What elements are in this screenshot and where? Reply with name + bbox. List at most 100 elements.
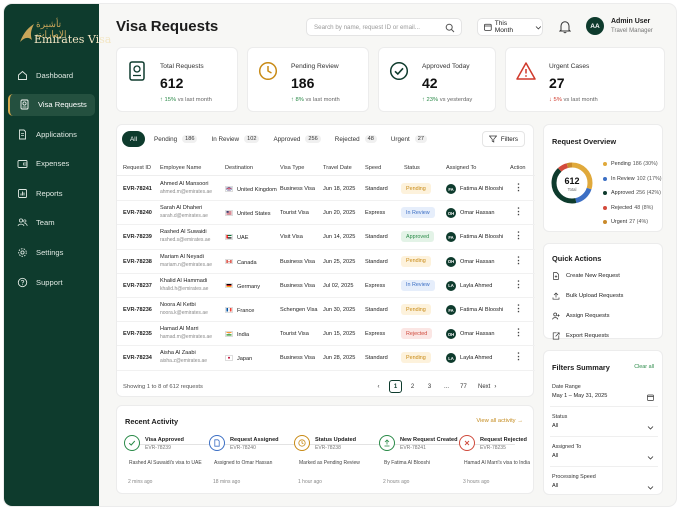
column-header-destination[interactable]: Destination bbox=[225, 165, 253, 171]
request-id[interactable]: EVR-78234 bbox=[123, 355, 152, 361]
speed: Standard bbox=[365, 355, 388, 362]
sidebar-item-team[interactable]: Team bbox=[8, 212, 95, 234]
filters-button[interactable]: Filters bbox=[481, 131, 525, 147]
recent-activity-card: Recent Activity View all activity → Visa… bbox=[116, 405, 534, 494]
more-actions-icon[interactable]: ⋮ bbox=[514, 183, 523, 192]
calendar-icon[interactable] bbox=[647, 388, 654, 401]
status-badge: Approved bbox=[401, 231, 435, 243]
page-1-button[interactable]: 1 bbox=[389, 380, 402, 393]
stat-change-value: 15% bbox=[164, 97, 177, 103]
legend-value: 256 (42%) bbox=[636, 190, 661, 197]
stat-card-urgent-cases[interactable]: Urgent Cases 27 ↓ 5% vs last month bbox=[505, 47, 665, 112]
employee-cell: Mariam Al Neyadi mariam.n@emirates.ae bbox=[160, 254, 212, 268]
column-header-employee-name[interactable]: Employee Name bbox=[160, 165, 201, 171]
table-row[interactable]: EVR-78239 Rashed Al Suwaidi rashed.s@emira… bbox=[117, 225, 535, 250]
column-header-status[interactable]: Status bbox=[404, 165, 420, 171]
status-badge: Pending bbox=[401, 255, 431, 267]
chip-urgent[interactable]: Urgent 27 bbox=[386, 131, 432, 147]
more-actions-icon[interactable]: ⋮ bbox=[514, 279, 523, 289]
request-id[interactable]: EVR-78239 bbox=[123, 234, 152, 240]
chevron-down-icon[interactable] bbox=[647, 448, 654, 460]
page-2-button[interactable]: 2 bbox=[406, 380, 419, 393]
column-header-speed[interactable]: Speed bbox=[365, 165, 381, 171]
table-row[interactable]: EVR-78235 Hamad Al Marri hamad.m@emirates.… bbox=[117, 322, 535, 347]
request-id[interactable]: EVR-78237 bbox=[123, 283, 152, 289]
employee-email: sarah.d@emirates.ae bbox=[160, 213, 208, 220]
more-actions-icon[interactable]: ⋮ bbox=[514, 231, 523, 240]
flag-ca-icon bbox=[225, 258, 237, 266]
chip-rejected[interactable]: Rejected 48 bbox=[330, 131, 382, 147]
stat-card-approved-today[interactable]: Approved Today 42 ↑ 23% vs yesterday bbox=[378, 47, 496, 112]
column-header-assigned-to[interactable]: Assigned To bbox=[446, 165, 476, 171]
stat-change: ↑ 15% vs last month bbox=[160, 97, 212, 103]
stat-value: 27 bbox=[549, 75, 565, 91]
column-header-travel-date[interactable]: Travel Date bbox=[323, 165, 352, 171]
search-placeholder: Search by name, request ID or email... bbox=[314, 23, 420, 31]
employee-name: Mariam Al Neyadi bbox=[160, 253, 204, 260]
chip-in-review[interactable]: In Review 102 bbox=[206, 131, 264, 147]
table-row[interactable]: EVR-78240 Sarah Al Dhaheri sarah.d@emirate… bbox=[117, 201, 535, 226]
employee-email: hamad.m@emirates.ae bbox=[160, 334, 213, 341]
page-77-button[interactable]: 77 bbox=[457, 380, 470, 393]
table-row[interactable]: EVR-78234 Aisha Al Zaabi aisha.z@emirates.… bbox=[117, 346, 535, 371]
brand-logo[interactable]: تأشيرة الإمارات Emirates Visa bbox=[16, 18, 111, 50]
request-id[interactable]: EVR-78240 bbox=[123, 210, 152, 216]
sidebar-item-support[interactable]: Support bbox=[8, 271, 95, 293]
quick-action-bulk-upload-requests[interactable]: Bulk Upload Requests bbox=[552, 292, 623, 300]
stat-card-pending-review[interactable]: Pending Review 186 ↑ 8% vs last month bbox=[247, 47, 369, 112]
sidebar-item-applications[interactable]: Applications bbox=[8, 123, 95, 145]
stat-card-total-requests[interactable]: Total Requests 612 ↑ 15% vs last month bbox=[116, 47, 238, 112]
legend-dot bbox=[603, 191, 607, 196]
period-select[interactable]: This Month bbox=[477, 18, 543, 36]
request-id[interactable]: EVR-78241 bbox=[123, 186, 152, 192]
chevron-down-icon[interactable] bbox=[647, 478, 654, 490]
table-row[interactable]: EVR-78236 Noora Al Ketbi noora.k@emirates.… bbox=[117, 298, 535, 323]
clear-all-link[interactable]: Clear all bbox=[634, 364, 654, 370]
quick-action-assign-requests[interactable]: Assign Requests bbox=[552, 312, 610, 320]
view-all-activity-link[interactable]: View all activity → bbox=[476, 418, 523, 424]
sidebar-item-reports[interactable]: Reports bbox=[8, 182, 95, 204]
destination: United States bbox=[237, 211, 271, 218]
visa-type: Business Visa bbox=[280, 258, 316, 265]
more-actions-icon[interactable]: ⋮ bbox=[514, 255, 523, 265]
request-id[interactable]: EVR-78236 bbox=[123, 307, 152, 313]
request-id[interactable]: EVR-78235 bbox=[123, 331, 152, 337]
employee-email: noora.k@emirates.ae bbox=[160, 310, 208, 316]
table-row[interactable]: EVR-78238 Mariam Al Neyadi mariam.n@emirat… bbox=[117, 250, 535, 274]
chevron-down-icon[interactable] bbox=[647, 418, 654, 430]
more-actions-icon[interactable]: ⋮ bbox=[514, 207, 523, 216]
next-label: Next bbox=[478, 383, 491, 390]
legend-item-urgent: Urgent 27 (4%) bbox=[603, 215, 662, 230]
chip-approved[interactable]: Approved 256 bbox=[268, 131, 325, 147]
prev-page-button[interactable]: ‹ bbox=[372, 380, 385, 393]
more-actions-icon[interactable]: ⋮ bbox=[514, 328, 523, 337]
more-actions-icon[interactable]: ⋮ bbox=[514, 352, 523, 361]
quick-action-export-requests[interactable]: Export Requests bbox=[552, 332, 609, 340]
column-header-visa-type[interactable]: Visa Type bbox=[280, 165, 304, 171]
sidebar-item-visa-requests[interactable]: Visa Requests bbox=[8, 93, 95, 116]
next-page-button[interactable]: Next › bbox=[474, 380, 500, 393]
bell-icon[interactable] bbox=[559, 20, 571, 34]
request-id[interactable]: EVR-78238 bbox=[123, 259, 152, 265]
avatar[interactable]: AA bbox=[586, 17, 604, 35]
overview-donut-chart: 612Total bbox=[551, 162, 593, 204]
status-badge: Rejected bbox=[401, 328, 433, 340]
table-row[interactable]: EVR-78241 Ahmed Al Mansoori ahmed.m@emirat… bbox=[117, 177, 535, 202]
sidebar-item-dashboard[interactable]: Dashboard bbox=[8, 64, 95, 86]
user-name: Admin User bbox=[611, 18, 651, 25]
page-3-button[interactable]: 3 bbox=[423, 380, 436, 393]
chip-pending[interactable]: Pending 186 bbox=[149, 131, 202, 147]
destination-cell: France bbox=[225, 307, 254, 314]
sidebar-item-expenses[interactable]: Expenses bbox=[8, 153, 95, 175]
activity-title: Status Updated bbox=[315, 437, 357, 443]
more-actions-icon[interactable]: ⋮ bbox=[514, 304, 523, 313]
quick-action-create-new-request[interactable]: Create New Request bbox=[552, 272, 620, 280]
speed: Express bbox=[365, 331, 386, 338]
table-row[interactable]: EVR-78237 Khalid Al Hammadi khalid.h@emira… bbox=[117, 274, 535, 298]
sidebar-item-settings[interactable]: Settings bbox=[8, 242, 95, 264]
column-header-request-id[interactable]: Request ID bbox=[123, 165, 151, 171]
search-input[interactable]: Search by name, request ID or email... bbox=[306, 18, 462, 36]
chip-all[interactable]: All bbox=[122, 131, 145, 147]
legend-dot bbox=[603, 176, 607, 181]
column-header-action[interactable]: Action bbox=[510, 165, 526, 171]
